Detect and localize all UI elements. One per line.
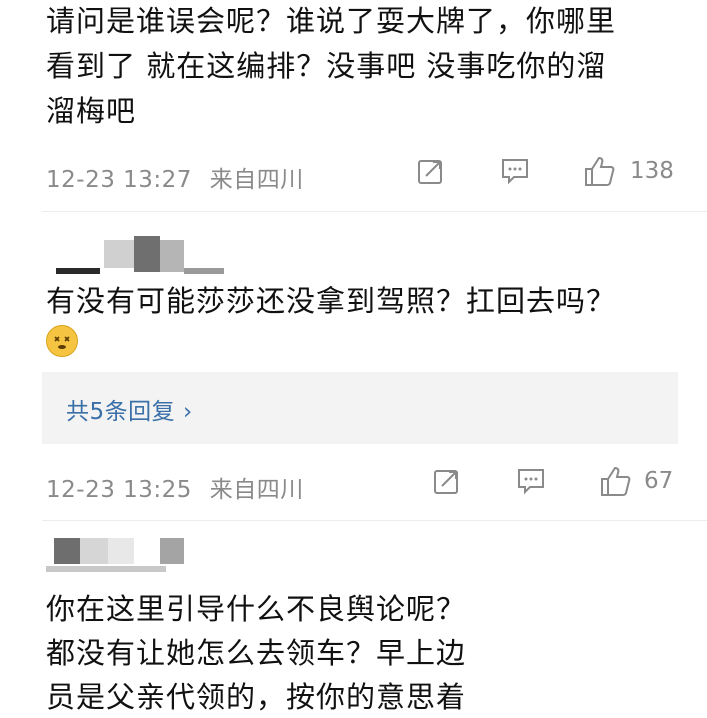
like-button[interactable]: 67 [598, 464, 673, 498]
like-count: 67 [644, 468, 674, 494]
comment-text-line: 溜梅吧 [46, 94, 137, 128]
comment-time: 12-23 13:25 [46, 477, 192, 503]
like-count: 138 [630, 158, 674, 184]
comment-source: 来自四川 [209, 167, 304, 193]
comment-text-line: 都没有让她怎么去领车？早上边 [46, 636, 467, 670]
comment-text-line: 看到了 就在这编排？没事吧 没事吃你的溜 [46, 49, 607, 83]
comment-icon [518, 469, 544, 495]
view-replies-link[interactable]: 共5条回复 › [66, 392, 193, 426]
comment-text-line: 员是父亲代领的，按你的意思着 [46, 680, 467, 714]
comment-source: 来自四川 [209, 477, 304, 503]
like-button[interactable]: 138 [582, 154, 674, 188]
comment-button[interactable] [516, 466, 546, 496]
repost-button[interactable] [416, 156, 446, 186]
reply-thread-box[interactable]: 共5条回复 › [42, 372, 678, 444]
divider [42, 211, 707, 212]
comment-meta: 12-23 13:25 来自四川 [46, 470, 304, 504]
comment-button[interactable] [500, 156, 530, 186]
comment-text-line: 请问是谁误会呢？谁说了耍大牌了，你哪里 [46, 4, 617, 38]
repost-icon [434, 470, 458, 494]
thumbs-up-icon [585, 156, 615, 186]
comment-text-line: 你在这里引导什么不良舆论呢？ [46, 592, 467, 626]
repost-icon [418, 160, 442, 184]
comment-time: 12-23 13:27 [46, 167, 192, 193]
comment-meta: 12-23 13:27 来自四川 [46, 160, 304, 194]
divider [42, 520, 707, 521]
comment-icon [502, 159, 528, 185]
thumbs-up-icon [601, 466, 631, 496]
comment-text-line: 有没有可能莎莎还没拿到驾照？扛回去吗？ [46, 284, 617, 318]
repost-button[interactable] [432, 466, 462, 496]
dizzy-face-emoji-icon [46, 325, 78, 357]
